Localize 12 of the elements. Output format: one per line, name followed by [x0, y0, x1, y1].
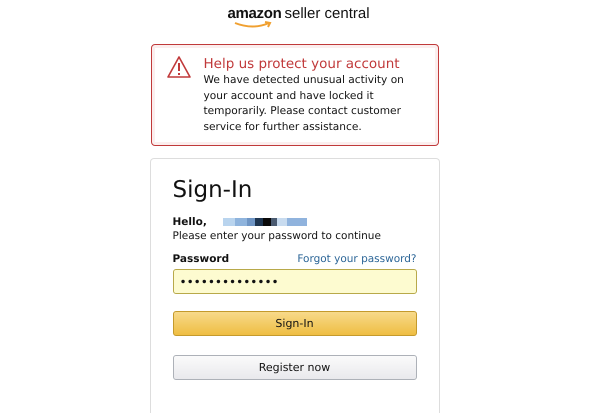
alert-message: We have detected unusual activity on your account and have locked it temporarily. Please contact customer service for further assistance. [204, 73, 405, 134]
signin-heading: Sign-In [172, 176, 254, 205]
register-button[interactable]: Register now [172, 355, 416, 380]
logo: amazon seller central [227, 5, 370, 31]
instruction-text: Please enter your password to continue [172, 229, 382, 243]
password-label: Password [172, 252, 230, 266]
alert-title: Help us protect your account [204, 55, 401, 73]
signin-button[interactable]: Sign-In [172, 311, 416, 336]
forgot-password-link[interactable]: Forgot your password? [297, 252, 416, 266]
warning-icon [166, 55, 192, 79]
password-field[interactable]: •••••••••••••• [172, 269, 416, 294]
greeting-text: Hello, [172, 215, 207, 229]
